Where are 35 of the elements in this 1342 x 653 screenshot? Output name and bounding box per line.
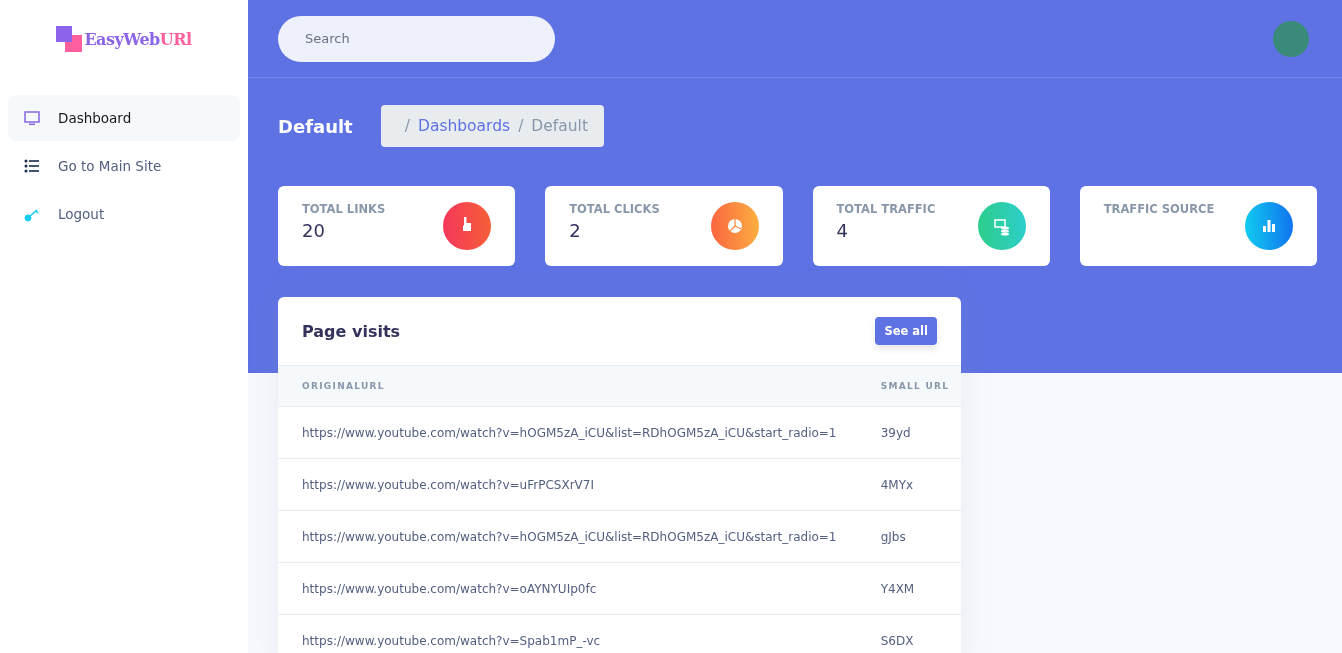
stat-title: TRAFFIC SOURCE (1103, 202, 1215, 216)
table-cell: https://www.youtube.com/watch?v=hOGM5zA_iCU&list=RDhOGM5zA_iCU&start_radio=1 (278, 406, 857, 459)
stat-value: 20 (302, 220, 326, 241)
stat-value: 2 (569, 220, 582, 241)
table-cell: https://www.youtube.com/watch?v=oAYNYUIp0fc (278, 562, 857, 615)
table-cell: 39yd (856, 406, 961, 459)
stat-title: TOTAL LINKS (302, 202, 386, 216)
sidebar-item[interactable]: Logout (8, 191, 240, 237)
sidebar-item[interactable]: Go to Main Site (8, 143, 240, 189)
search-field[interactable]: Search (278, 15, 555, 62)
logo-text[interactable]: EasyWebURl (84, 29, 192, 49)
key-icon (24, 206, 40, 222)
table-cell: https://www.youtube.com/watch?v=uFrPCSXrV7I (278, 458, 857, 511)
stat-value: 4 (836, 220, 849, 241)
stat-title: TOTAL TRAFFIC (836, 202, 936, 216)
list-icon (24, 158, 40, 174)
breadcrumb-separator: / (518, 117, 524, 135)
page-title: Default (278, 115, 353, 137)
monitor-icon (24, 110, 40, 126)
breadcrumb-separator: / (404, 117, 410, 135)
breadcrumb-current: Default (531, 117, 588, 135)
table-cell: Y4XM (856, 562, 961, 615)
stat-title: TOTAL CLICKS (569, 202, 660, 216)
sidebar-item[interactable]: Dashboard (8, 95, 240, 141)
logo-icon (56, 26, 83, 52)
column-header: ORIGINALURL (278, 365, 857, 407)
table-cell: https://www.youtube.com/watch?v=Spab1mP_-vc (278, 614, 857, 653)
table-cell: S6DX (856, 614, 961, 653)
table-cell: 4MYx (856, 458, 961, 511)
table-cell: gJbs (856, 510, 961, 563)
table-cell: https://www.youtube.com/watch?v=hOGM5zA_iCU&list=RDhOGM5zA_iCU&start_radio=1 (278, 510, 857, 563)
see-all-button[interactable]: See all (875, 317, 937, 345)
card-title: Page visits (302, 321, 401, 341)
column-header: SMALL URL (856, 365, 961, 407)
breadcrumb-link[interactable]: Dashboards (417, 117, 511, 135)
